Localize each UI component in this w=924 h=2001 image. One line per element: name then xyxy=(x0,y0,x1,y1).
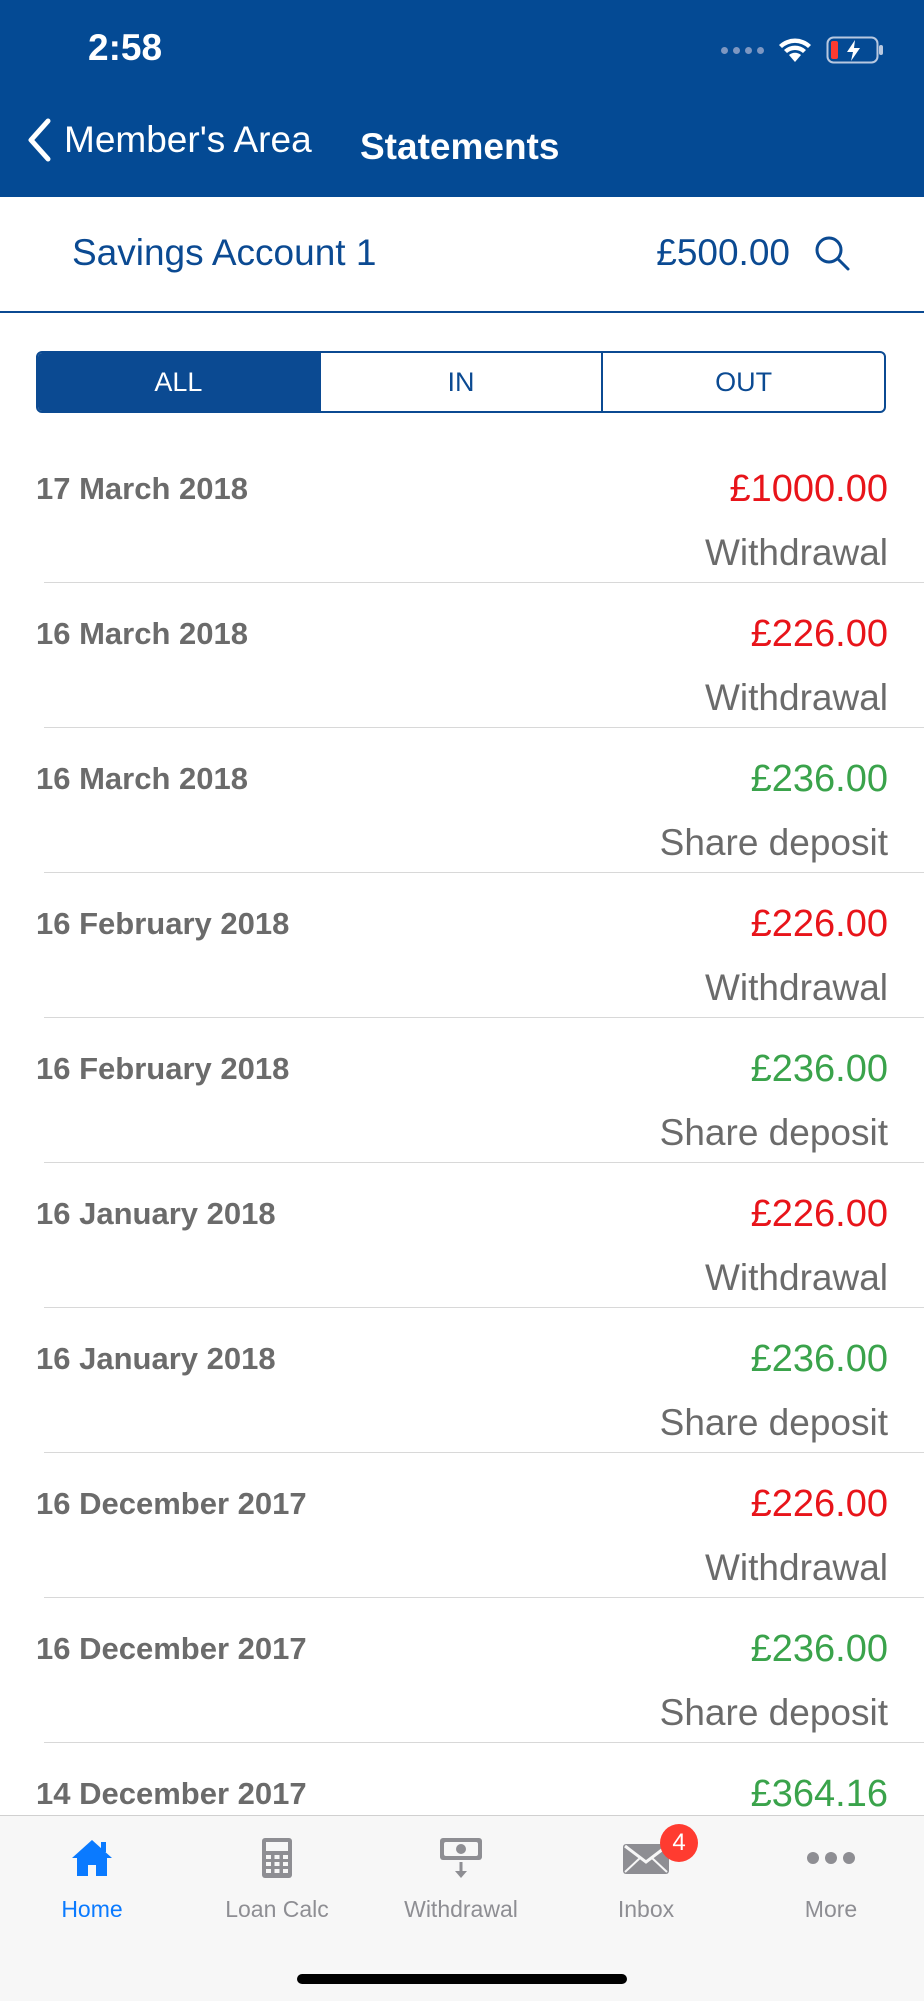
tab-label: Home xyxy=(61,1896,123,1922)
tab-label: Withdrawal xyxy=(404,1896,518,1922)
transaction-row[interactable]: 16 February 2018 £226.00 Withdrawal xyxy=(0,873,924,1018)
tab-home[interactable]: Home xyxy=(0,1816,184,1946)
transaction-row[interactable]: 16 January 2018 £226.00 Withdrawal xyxy=(0,1163,924,1308)
transaction-row[interactable]: 16 December 2017 £236.00 Share deposit xyxy=(0,1598,924,1743)
transaction-date: 16 February 2018 xyxy=(36,1051,290,1086)
transaction-amount: £1000.00 xyxy=(729,468,889,510)
transaction-amount: £236.00 xyxy=(750,1628,888,1670)
transaction-row[interactable]: 16 February 2018 £236.00 Share deposit xyxy=(0,1018,924,1163)
home-icon xyxy=(72,1840,112,1876)
status-time: 2:58 xyxy=(88,27,163,68)
transaction-type: Withdrawal xyxy=(705,1547,888,1588)
account-balance: £500.00 xyxy=(656,232,790,273)
search-button[interactable] xyxy=(812,233,852,278)
calculator-icon xyxy=(262,1838,292,1878)
account-name: Savings Account 1 xyxy=(72,232,377,273)
transaction-type: Withdrawal xyxy=(705,677,888,718)
transaction-date: 16 December 2017 xyxy=(36,1486,307,1521)
tab-label: Loan Calc xyxy=(225,1896,329,1922)
transaction-type: Withdrawal xyxy=(705,967,888,1008)
tab-label: Inbox xyxy=(617,1896,675,1922)
transaction-type: Withdrawal xyxy=(705,532,888,573)
more-icon xyxy=(807,1852,855,1864)
page-title: Statements xyxy=(360,126,560,167)
tab-withdrawal[interactable]: Withdrawal xyxy=(369,1816,553,1946)
transaction-row[interactable]: 16 March 2018 £236.00 Share deposit xyxy=(0,728,924,873)
transaction-date: 16 January 2018 xyxy=(36,1196,276,1231)
transaction-date: 16 March 2018 xyxy=(36,761,248,796)
transaction-row[interactable]: 16 January 2018 £236.00 Share deposit xyxy=(0,1308,924,1453)
transaction-date: 16 December 2017 xyxy=(36,1631,307,1666)
transaction-amount: £226.00 xyxy=(750,613,888,655)
transaction-amount: £236.00 xyxy=(750,1338,888,1380)
transaction-date: 16 March 2018 xyxy=(36,616,248,651)
transaction-amount: £236.00 xyxy=(750,1048,888,1090)
unread-badge: 4 xyxy=(660,1824,698,1862)
search-icon xyxy=(815,236,850,271)
transaction-type: Share deposit xyxy=(659,1112,888,1153)
filter-all[interactable]: ALL xyxy=(38,353,319,411)
home-indicator xyxy=(297,1974,627,1984)
transaction-row[interactable]: 17 March 2018 £1000.00 Withdrawal xyxy=(0,438,924,583)
transaction-date: 17 March 2018 xyxy=(36,471,248,506)
filter-out[interactable]: OUT xyxy=(601,353,884,411)
tab-label: More xyxy=(804,1896,858,1922)
transaction-date: 16 January 2018 xyxy=(36,1341,276,1376)
transaction-amount: £364.16 xyxy=(750,1773,888,1815)
transaction-row[interactable]: 16 March 2018 £226.00 Withdrawal xyxy=(0,583,924,728)
transaction-amount: £226.00 xyxy=(750,1193,888,1235)
transaction-type: Share deposit xyxy=(659,1692,888,1733)
cellular-signal-icon xyxy=(721,46,764,54)
filter-in[interactable]: IN xyxy=(318,353,602,411)
transaction-amount: £226.00 xyxy=(750,903,888,945)
transaction-type: Withdrawal xyxy=(705,1257,888,1298)
tab-inbox[interactable]: 4 Inbox xyxy=(554,1816,738,1946)
transaction-type: Share deposit xyxy=(659,822,888,863)
battery-charging-icon xyxy=(826,36,883,64)
status-indicators xyxy=(721,30,884,70)
wifi-icon xyxy=(779,38,811,62)
cash-withdrawal-icon xyxy=(440,1838,482,1878)
transaction-type: Share deposit xyxy=(659,1402,888,1443)
tab-more[interactable]: More xyxy=(739,1816,923,1946)
tab-loan-calc[interactable]: Loan Calc xyxy=(185,1816,369,1946)
transaction-list: 17 March 2018 £1000.00 Withdrawal 16 Mar… xyxy=(0,438,924,1888)
transaction-amount: £236.00 xyxy=(750,758,888,800)
back-button-label: Member's Area xyxy=(64,119,312,160)
back-button[interactable]: Member's Area xyxy=(26,118,312,162)
transaction-date: 16 February 2018 xyxy=(36,906,290,941)
header: 2:58 Member's Area Statements xyxy=(0,0,924,197)
chevron-left-icon xyxy=(28,118,51,162)
tab-bar: Home Loan Calc Withdrawal 4 Inbox More xyxy=(0,1815,924,2001)
transaction-row[interactable]: 16 December 2017 £226.00 Withdrawal xyxy=(0,1453,924,1598)
filter-segmented-control: ALL IN OUT xyxy=(36,351,886,413)
transaction-date: 14 December 2017 xyxy=(36,1776,307,1811)
account-summary: Savings Account 1 £500.00 xyxy=(0,197,924,313)
transaction-amount: £226.00 xyxy=(750,1483,888,1525)
